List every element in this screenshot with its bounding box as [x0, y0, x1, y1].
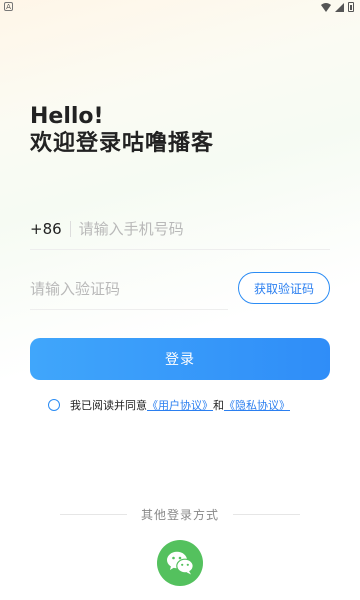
- get-code-button[interactable]: 获取验证码: [238, 272, 330, 304]
- divider-line-left: [60, 513, 127, 515]
- privacy-policy-link[interactable]: 《隐私协议》: [224, 397, 290, 413]
- status-icons: [321, 2, 354, 12]
- code-field: [30, 268, 228, 310]
- user-agreement-link[interactable]: 《用户协议》: [147, 397, 213, 413]
- status-bar: A: [0, 0, 360, 14]
- code-row: 获取验证码: [30, 268, 330, 310]
- notification-icon: A: [4, 2, 13, 11]
- agreement-row: 我已阅读并同意 《用户协议》 和 《隐私协议》: [48, 397, 290, 413]
- wifi-icon: [321, 2, 331, 12]
- wechat-icon: [167, 551, 194, 575]
- divider: [69, 220, 71, 237]
- other-login-label: 其他登录方式: [141, 507, 220, 522]
- country-code[interactable]: +86: [30, 220, 62, 238]
- divider-line-right: [233, 513, 301, 515]
- signal-icon: [335, 2, 344, 12]
- phone-row: +86: [30, 208, 330, 250]
- agreement-conjunction: 和: [213, 399, 224, 412]
- agreement-prefix: 我已阅读并同意: [70, 399, 147, 412]
- phone-input[interactable]: [78, 219, 299, 238]
- greeting-title: Hello!: [30, 104, 104, 129]
- welcome-subtitle: 欢迎登录咕噜播客: [30, 131, 215, 156]
- verification-code-input[interactable]: [30, 279, 220, 298]
- login-button[interactable]: 登录: [30, 338, 330, 380]
- other-login-divider: 其他登录方式: [60, 505, 301, 523]
- agreement-checkbox[interactable]: [48, 399, 60, 411]
- wechat-login-button[interactable]: [157, 540, 203, 586]
- battery-icon: [348, 2, 354, 12]
